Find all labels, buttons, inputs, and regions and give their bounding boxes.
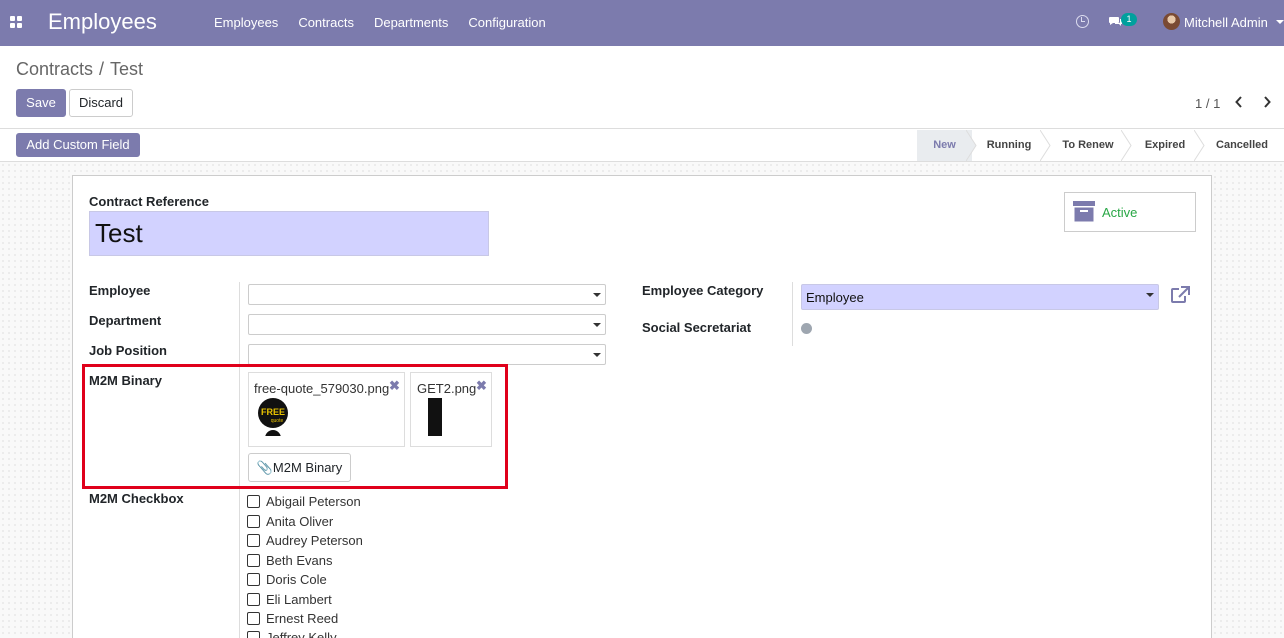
divider (0, 128, 1284, 129)
checkbox-item[interactable]: Anita Oliver (247, 513, 333, 529)
chevron-right-icon[interactable] (1263, 96, 1271, 108)
highlight-box (82, 364, 508, 489)
apps-grid-icon[interactable] (10, 16, 23, 29)
external-link-icon[interactable] (1170, 286, 1190, 304)
clock-icon[interactable] (1076, 15, 1089, 28)
dropdown-caret-icon (593, 353, 601, 357)
checkbox-label: Jeffrey Kelly (266, 629, 337, 638)
checkbox-label: Anita Oliver (266, 513, 334, 529)
column-divider (792, 282, 793, 346)
checkbox-item[interactable]: Beth Evans (247, 552, 333, 568)
checkbox-item[interactable]: Doris Cole (247, 571, 327, 587)
checkbox[interactable] (247, 572, 260, 586)
app-title: Employees (48, 9, 157, 34)
checkbox[interactable] (247, 514, 260, 528)
archive-icon (1073, 201, 1095, 222)
checkbox-label: Doris Cole (266, 571, 327, 587)
discard-button[interactable]: Discard (69, 89, 133, 117)
checkbox-item[interactable]: Jeffrey Kelly (247, 629, 337, 638)
menu-item-employees[interactable]: Employees (204, 0, 288, 46)
active-label: Active (1102, 205, 1138, 220)
stage-expired[interactable]: Expired (1134, 130, 1196, 161)
checkbox-item[interactable]: Audrey Peterson (247, 532, 363, 548)
employee-label: Employee (89, 283, 151, 298)
checkbox[interactable] (247, 592, 260, 606)
employee-category-value: Employee (806, 290, 864, 305)
menu-item-departments[interactable]: Departments (364, 0, 458, 46)
department-select[interactable] (248, 314, 606, 335)
job-position-select[interactable] (248, 344, 606, 365)
stage-cancelled[interactable]: Cancelled (1208, 130, 1276, 161)
dropdown-caret-icon (593, 323, 601, 327)
user-menu-caret-icon[interactable] (1276, 20, 1284, 24)
checkbox[interactable] (247, 553, 260, 567)
checkbox-item[interactable]: Eli Lambert (247, 591, 332, 607)
department-label: Department (89, 313, 162, 328)
stage-separator (1121, 130, 1132, 161)
checkbox-label: Eli Lambert (266, 591, 332, 607)
breadcrumb: Contracts / Test (16, 59, 143, 80)
user-menu-name[interactable]: Mitchell Admin (1184, 15, 1268, 30)
stage-running[interactable]: Running (976, 130, 1042, 161)
pager-value[interactable]: 1 / 1 (1195, 96, 1220, 111)
save-button[interactable]: Save (16, 89, 66, 117)
m2m-checkbox-label: M2M Checkbox (89, 491, 184, 506)
breadcrumb-parent[interactable]: Contracts (16, 59, 93, 79)
main-menu: Employees Contracts Departments Configur… (204, 0, 556, 46)
add-custom-field-button[interactable]: Add Custom Field (16, 133, 140, 157)
checkbox-label: Abigail Peterson (266, 493, 361, 509)
top-navbar: Employees Employees Contracts Department… (0, 0, 1284, 46)
checkbox-item[interactable]: Ernest Reed (247, 610, 338, 626)
checkbox[interactable] (247, 533, 260, 547)
chevron-left-icon[interactable] (1235, 96, 1243, 108)
avatar[interactable] (1163, 13, 1180, 30)
stage-new[interactable]: New (917, 130, 972, 161)
checkbox-label: Ernest Reed (266, 610, 339, 626)
breadcrumb-separator: / (99, 59, 105, 79)
messages-count-badge: 1 (1121, 13, 1137, 26)
menu-item-configuration[interactable]: Configuration (458, 0, 555, 46)
checkbox-label: Beth Evans (266, 552, 333, 568)
dropdown-caret-icon (1146, 293, 1154, 297)
checkbox[interactable] (247, 494, 260, 508)
stage-separator (1040, 130, 1051, 161)
social-secretariat-label: Social Secretariat (642, 320, 752, 335)
breadcrumb-current: Test (110, 59, 144, 79)
job-position-label: Job Position (89, 343, 167, 358)
social-secretariat-toggle[interactable] (801, 323, 812, 334)
checkbox[interactable] (247, 630, 260, 638)
checkbox-label: Audrey Peterson (266, 532, 363, 548)
stage-to-renew[interactable]: To Renew (1052, 130, 1124, 161)
checkbox-item[interactable]: Abigail Peterson (247, 493, 361, 509)
dropdown-caret-icon (593, 293, 601, 297)
employee-select[interactable] (248, 284, 606, 305)
employee-category-label: Employee Category (642, 283, 764, 298)
contract-reference-input[interactable]: Test (89, 211, 489, 256)
stage-separator (1194, 130, 1205, 161)
checkbox[interactable] (247, 611, 260, 625)
contract-reference-label: Contract Reference (89, 194, 209, 209)
menu-item-contracts[interactable]: Contracts (288, 0, 364, 46)
